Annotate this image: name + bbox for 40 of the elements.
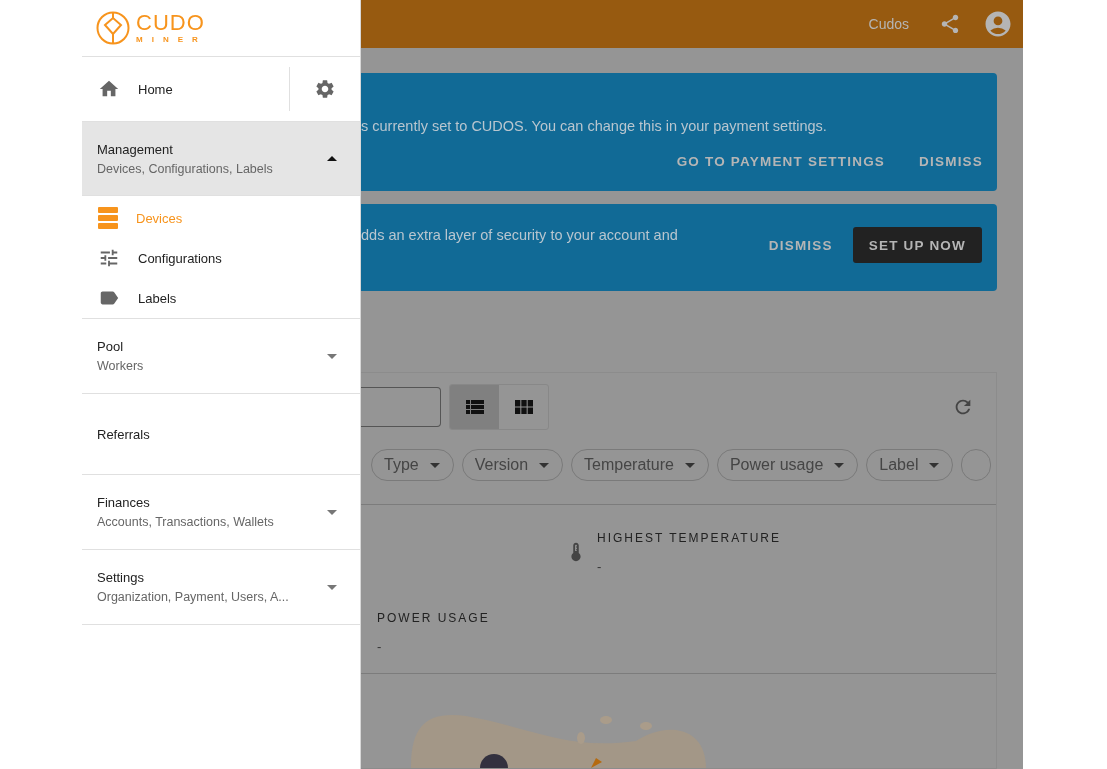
section-title: Management [97, 141, 174, 157]
share-icon[interactable] [939, 13, 961, 35]
sliders-icon [98, 247, 120, 269]
server-stack-icon [98, 207, 118, 229]
home-nav-item[interactable]: Home [82, 57, 289, 121]
view-toggle-button[interactable] [450, 384, 499, 429]
caret-down-icon [327, 353, 337, 359]
caret-down-icon [429, 462, 440, 468]
stat-label: POWER USAGE [377, 611, 490, 625]
diamond-logo-icon [96, 11, 130, 45]
logo-subtitle: MINER [136, 36, 207, 44]
caret-down-icon [684, 462, 695, 468]
logo-wordmark: CUDO [136, 12, 206, 34]
section-subtitle: Devices, Configurations, Labels [97, 161, 274, 176]
stat-value: - [597, 559, 603, 574]
stat-label: HIGHEST TEMPERATURE [597, 531, 782, 545]
nav-sub-item[interactable]: Labels [82, 278, 360, 318]
search-field[interactable] [361, 386, 441, 427]
organization-name: Cudos [868, 16, 909, 32]
nav-section-header[interactable]: Management Devices, Configurations, Labels [82, 122, 360, 196]
section-title: Settings [97, 570, 145, 585]
settings-icon [314, 78, 336, 100]
caret-down-icon [929, 462, 940, 468]
nav-sub-item[interactable]: Configurations [82, 238, 360, 278]
caret-down-icon [327, 509, 337, 515]
section-subtitle: Accounts, Transactions, Wallets [97, 515, 275, 529]
section-subtitle: Workers [97, 359, 145, 373]
stat-value: - [377, 639, 383, 654]
section-title: Referrals [97, 426, 151, 442]
caret-down-icon [834, 462, 845, 468]
section-subtitle: Organization, Payment, Users, A... [97, 590, 290, 604]
caret-down-icon [327, 584, 337, 590]
section-title: Finances [97, 495, 151, 510]
account-icon[interactable] [983, 9, 1013, 39]
caret-down-icon [539, 462, 550, 468]
banner-message: s currently set to CUDOS. You can change this in your payment settings. [361, 118, 828, 134]
caret-up-icon [327, 156, 337, 161]
setup-button[interactable]: SET UP NOW [852, 227, 982, 263]
section-title: Pool [97, 339, 125, 354]
banner-message: dds an extra layer of security to your account and [361, 227, 678, 243]
